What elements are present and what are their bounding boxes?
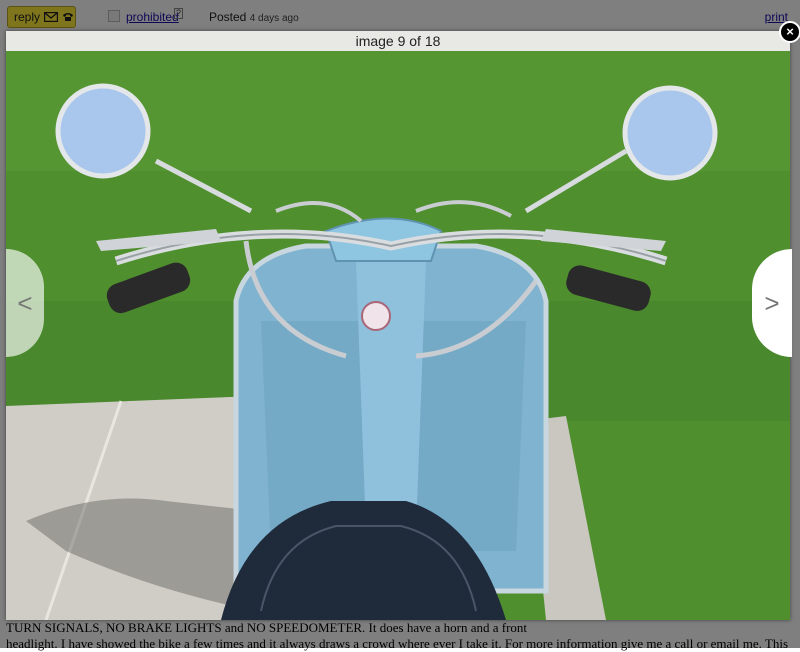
- scooter-photo: [6, 51, 790, 620]
- close-icon: ×: [786, 24, 794, 39]
- close-button[interactable]: ×: [779, 21, 800, 43]
- chevron-right-icon: >: [764, 288, 780, 318]
- image-counter: image 9 of 18: [6, 31, 790, 51]
- image-lightbox: image 9 of 18: [6, 31, 790, 620]
- gallery-photo: [6, 51, 790, 620]
- chevron-left-icon: <: [17, 288, 33, 318]
